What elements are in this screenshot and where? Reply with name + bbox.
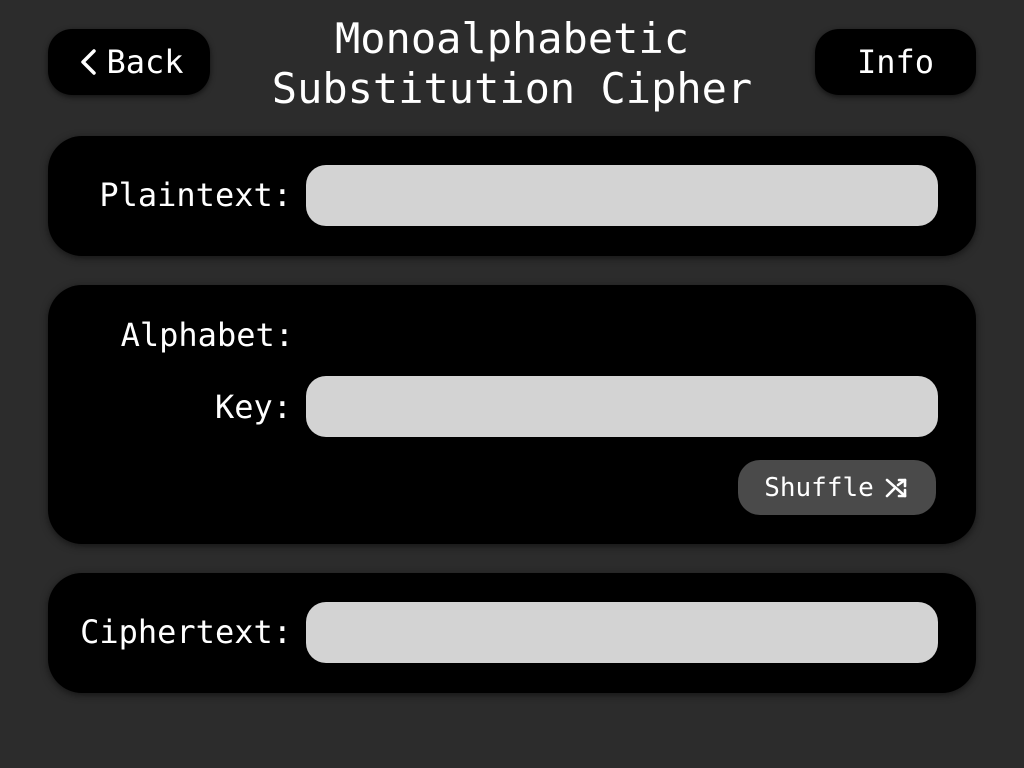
shuffle-icon — [885, 478, 907, 497]
alphabet-label: Alphabet: — [120, 316, 294, 354]
ciphertext-panel: Ciphertext: — [48, 573, 976, 693]
page-title-line1: Monoalphabetic — [334, 14, 689, 63]
page-title-line2: Substitution Cipher — [271, 64, 753, 113]
key-panel: Alphabet: Key: Shuffle — [48, 285, 976, 544]
key-label: Key: — [214, 388, 292, 426]
back-button-label: Back — [106, 43, 184, 81]
plaintext-input[interactable] — [306, 165, 938, 226]
cipher-screen: Back Monoalphabetic Substitution Cipher … — [0, 0, 1024, 768]
info-button-label: Info — [856, 43, 935, 81]
shuffle-button[interactable]: Shuffle — [738, 460, 936, 515]
ciphertext-label: Ciphertext: — [80, 613, 292, 651]
chevron-left-icon — [81, 49, 97, 75]
plaintext-panel: Plaintext: — [48, 136, 976, 256]
shuffle-button-label: Shuffle — [764, 472, 874, 503]
plaintext-label: Plaintext: — [99, 176, 292, 214]
page-title: Monoalphabetic Substitution Cipher — [250, 14, 774, 114]
ciphertext-output[interactable] — [306, 602, 938, 663]
key-input[interactable] — [306, 376, 938, 437]
back-button[interactable]: Back — [48, 29, 210, 95]
info-button[interactable]: Info — [815, 29, 976, 95]
